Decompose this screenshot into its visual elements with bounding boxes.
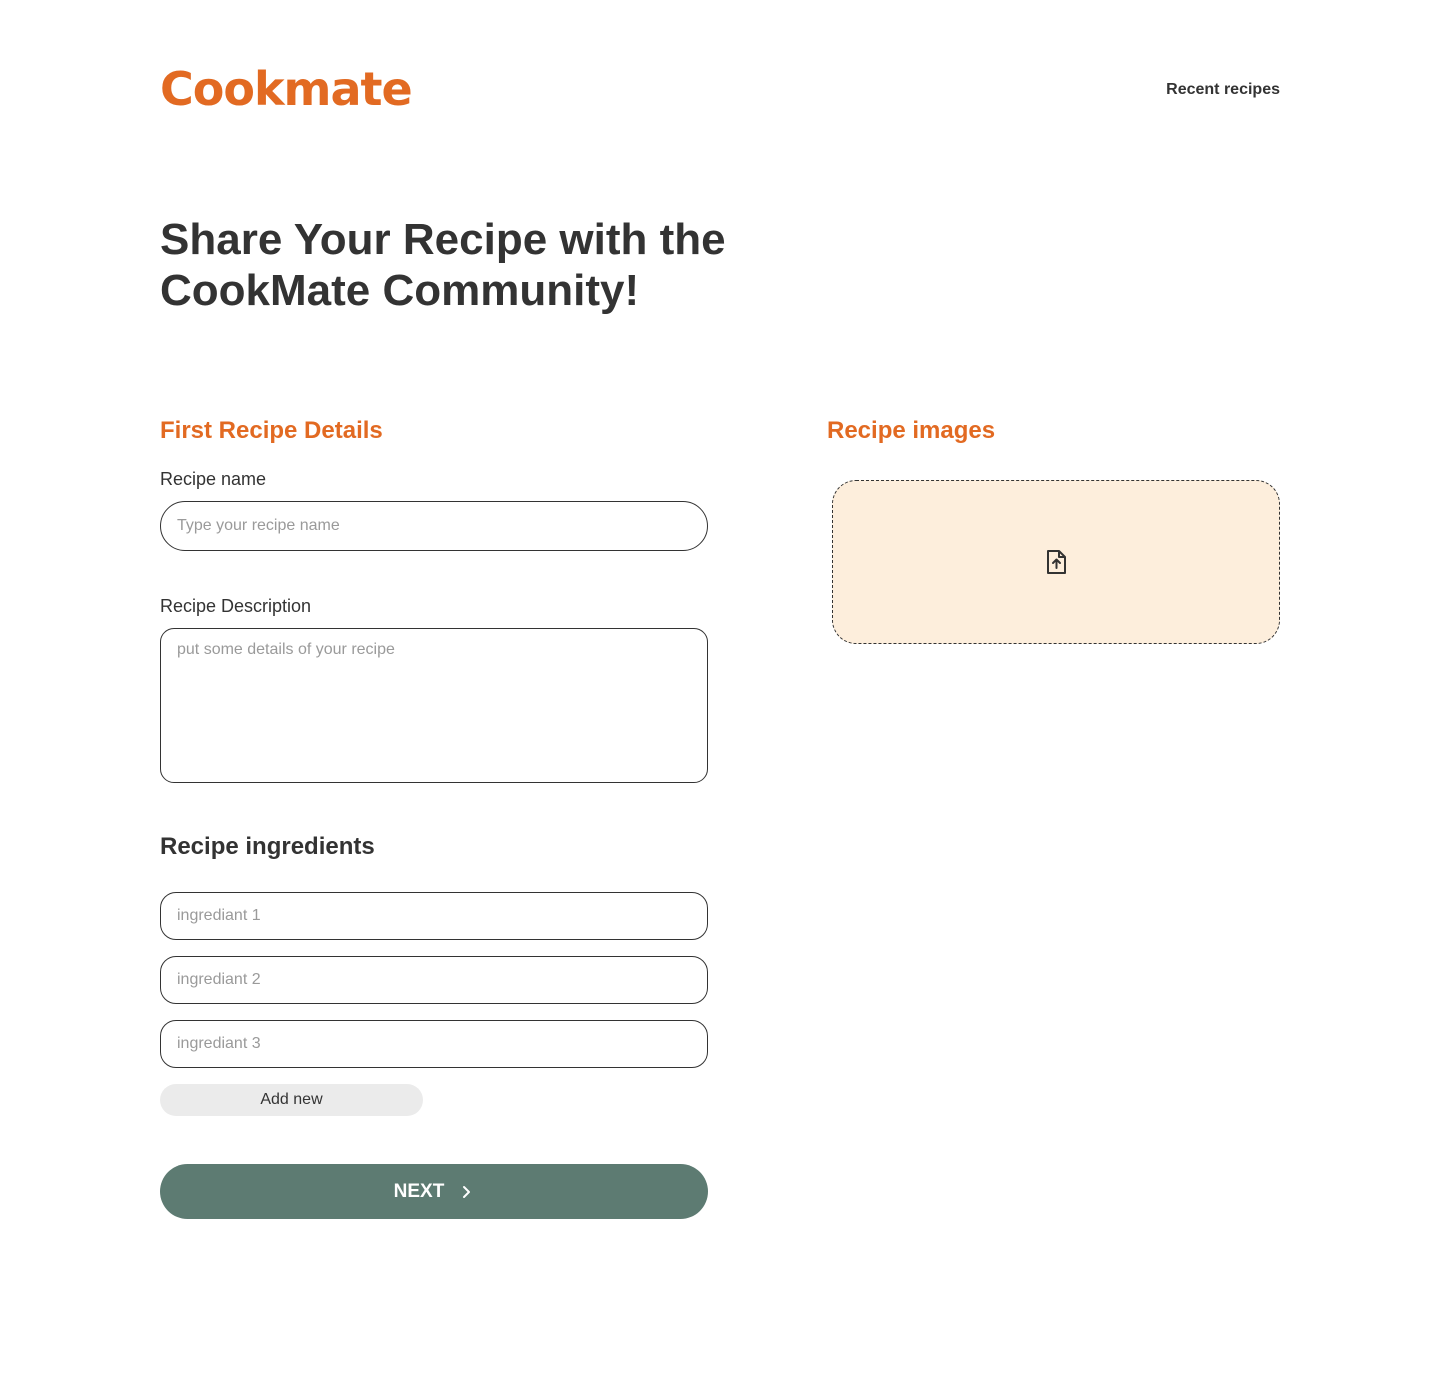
recipe-name-label: Recipe name	[160, 469, 267, 489]
ingredient-1-input[interactable]	[160, 892, 708, 940]
recipe-images-heading: Recipe images	[827, 417, 996, 444]
next-button-label: NEXT	[393, 1180, 445, 1202]
cookmate-logo[interactable]: Cookmate	[160, 60, 413, 118]
recipe-description-label: Recipe Description	[160, 596, 312, 616]
image-upload-dropzone[interactable]	[832, 480, 1280, 644]
recipe-name-input[interactable]	[160, 501, 708, 551]
add-ingredient-button[interactable]: Add new	[160, 1084, 423, 1116]
nav-recent-recipes-link[interactable]: Recent recipes	[1166, 79, 1280, 101]
file-upload-icon	[1047, 550, 1066, 574]
page-title: Share Your Recipe with the CookMate Comm…	[160, 215, 726, 315]
ingredient-2-input[interactable]	[160, 956, 708, 1004]
recipe-details-heading: First Recipe Details	[160, 417, 383, 444]
recipe-description-textarea[interactable]	[160, 628, 708, 783]
next-button[interactable]: NEXT	[160, 1164, 708, 1219]
ingredient-3-input[interactable]	[160, 1020, 708, 1068]
recipe-ingredients-heading: Recipe ingredients	[160, 833, 375, 860]
chevron-right-icon	[463, 1185, 471, 1198]
